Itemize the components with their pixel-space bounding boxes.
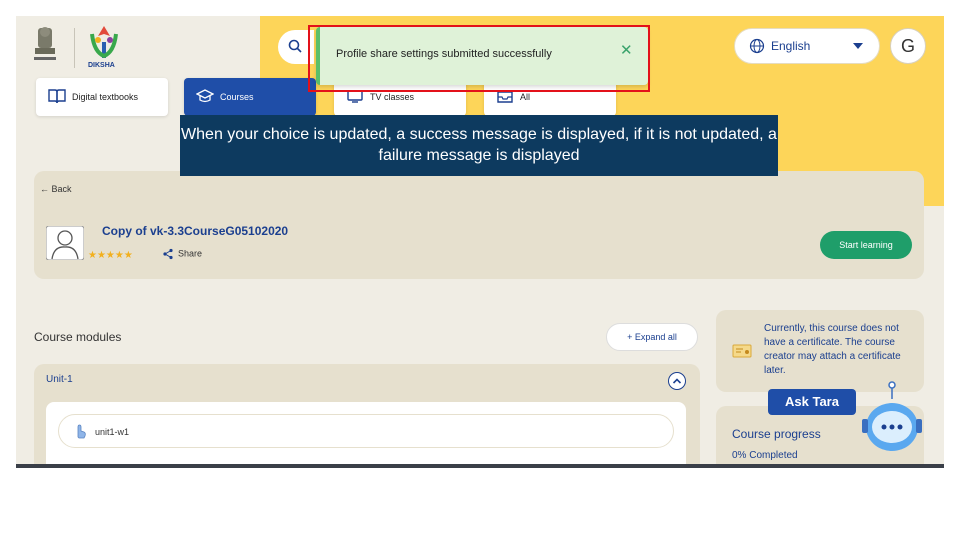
graduation-cap-icon [196, 89, 214, 103]
user-avatar[interactable]: G [890, 28, 926, 64]
expand-all-button[interactable]: + Expand all [606, 323, 698, 351]
chevron-up-icon [672, 378, 682, 384]
tab-label: TV classes [370, 92, 415, 102]
back-link[interactable]: ← Back [40, 184, 72, 194]
course-modules-heading: Course modules [34, 330, 122, 344]
unit-item-label: unit1-w1 [95, 427, 130, 437]
plus-icon: + [627, 332, 635, 342]
tab-label: Courses [220, 92, 254, 102]
certificate-message: Currently, this course does not have a c… [764, 323, 901, 376]
brand-area: DIKSHA [16, 16, 260, 86]
highlight-box [308, 25, 650, 92]
arrow-left-icon: ← [40, 184, 52, 194]
share-label: Share [178, 248, 203, 259]
globe-icon [749, 38, 765, 54]
search-icon [288, 39, 302, 53]
ask-tara-button[interactable]: Ask Tara [768, 389, 856, 415]
tab-label: All [520, 92, 531, 102]
tab-courses[interactable]: Courses [184, 78, 316, 116]
share-icon [163, 248, 173, 260]
app-window: DIKSHA English G Digital textbooks Cours… [16, 16, 944, 468]
brand-name: DIKSHA [88, 62, 115, 69]
expand-label: Expand all [634, 332, 677, 342]
language-label: English [771, 39, 811, 53]
tutorial-callout: When your choice is updated, a success m… [180, 115, 778, 176]
robot-assistant-icon[interactable] [854, 381, 924, 461]
start-learning-button[interactable]: Start learning [820, 231, 912, 259]
star-rating: ★★★★★ [88, 250, 133, 261]
course-thumbnail-icon [46, 226, 84, 260]
progress-title: Course progress [732, 427, 821, 441]
back-label: Back [51, 184, 72, 194]
unit-title[interactable]: Unit-1 [46, 374, 73, 385]
progress-value: 0% Completed [732, 450, 798, 461]
tab-label: Digital textbooks [72, 92, 139, 102]
logo-divider [74, 28, 75, 68]
national-emblem-icon [34, 27, 56, 60]
collapse-toggle[interactable] [668, 372, 686, 390]
share-button[interactable]: Share [162, 248, 202, 260]
chevron-down-icon [853, 43, 863, 49]
touch-icon [77, 424, 86, 439]
tab-digital-textbooks[interactable]: Digital textbooks [36, 78, 168, 116]
language-select[interactable]: English [734, 28, 880, 64]
certificate-icon [732, 344, 752, 358]
course-title: Copy of vk-3.3CourseG05102020 [102, 224, 289, 238]
book-icon [48, 89, 66, 104]
bottom-bar [16, 464, 944, 468]
list-item[interactable]: unit1-w1 [58, 414, 674, 448]
